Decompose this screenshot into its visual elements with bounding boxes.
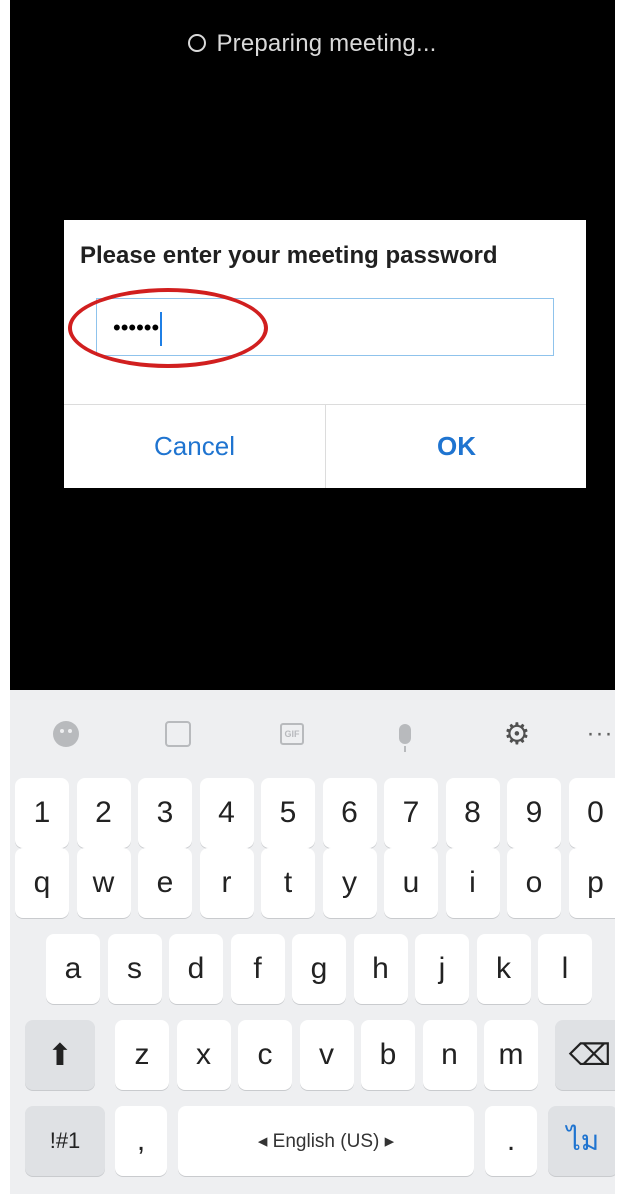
emoji-button[interactable] [46, 718, 86, 750]
key-l[interactable]: l [538, 934, 592, 1004]
password-dialog: Please enter your meeting password •••••… [64, 220, 586, 488]
ok-button[interactable]: OK [326, 404, 587, 488]
key-o[interactable]: o [507, 848, 561, 918]
meeting-screen: Preparing meeting... Please enter your m… [10, 0, 615, 1194]
keyboard-toolbar: GIF ⚙ ··· [10, 690, 615, 770]
key-8[interactable]: 8 [445, 778, 500, 848]
key-x[interactable]: x [176, 1020, 231, 1090]
status-bar: Preparing meeting... [10, 30, 615, 58]
gif-button[interactable]: GIF [272, 718, 312, 750]
period-key[interactable]: . [485, 1106, 537, 1176]
key-e[interactable]: e [138, 848, 192, 918]
key-3[interactable]: 3 [138, 778, 192, 848]
gif-icon: GIF [280, 723, 304, 745]
key-u[interactable]: u [384, 848, 438, 918]
key-c[interactable]: c [238, 1020, 292, 1090]
emoji-icon [53, 721, 79, 747]
key-v[interactable]: v [299, 1020, 354, 1090]
key-m[interactable]: m [484, 1020, 538, 1090]
key-j[interactable]: j [415, 934, 469, 1004]
password-value: •••••• [113, 315, 160, 340]
key-9[interactable]: 9 [507, 778, 561, 848]
space-bar[interactable]: ◂ English (US) ▸ [178, 1106, 474, 1176]
backspace-key[interactable]: ⌫ [555, 1020, 615, 1090]
sticker-button[interactable] [158, 718, 198, 750]
key-f[interactable]: f [230, 934, 285, 1004]
key-4[interactable]: 4 [199, 778, 254, 848]
text-caret [160, 312, 163, 347]
cancel-button[interactable]: Cancel [64, 404, 325, 488]
key-p[interactable]: p [568, 848, 615, 918]
dialog-title: Please enter your meeting password [80, 242, 498, 269]
key-6[interactable]: 6 [322, 778, 377, 848]
key-q[interactable]: q [15, 848, 69, 918]
shift-key[interactable]: ⬆ [25, 1020, 95, 1090]
sticker-icon [165, 721, 191, 747]
key-2[interactable]: 2 [76, 778, 131, 848]
on-screen-keyboard: GIF ⚙ ··· 1 2 3 4 5 6 7 8 9 0 q w e r t y u i o p a s d f g h j k l ⬆… [10, 690, 615, 1194]
key-i[interactable]: i [445, 848, 500, 918]
key-g[interactable]: g [292, 934, 346, 1004]
key-1[interactable]: 1 [15, 778, 69, 848]
more-button[interactable]: ··· [580, 718, 615, 750]
comma-key[interactable]: , [115, 1106, 167, 1176]
key-t[interactable]: t [261, 848, 315, 918]
key-d[interactable]: d [169, 934, 223, 1004]
voice-input-button[interactable] [385, 718, 425, 752]
key-a[interactable]: a [46, 934, 100, 1004]
gear-icon: ⚙ [503, 717, 531, 751]
symbols-key[interactable]: !#1 [25, 1106, 105, 1176]
loading-spinner-icon [188, 33, 207, 52]
key-y[interactable]: y [322, 848, 377, 918]
microphone-icon [399, 724, 411, 752]
password-input[interactable]: •••••• [96, 298, 554, 356]
key-h[interactable]: h [353, 934, 408, 1004]
key-s[interactable]: s [107, 934, 162, 1004]
settings-button[interactable]: ⚙ [497, 717, 537, 751]
key-5[interactable]: 5 [261, 778, 315, 848]
key-r[interactable]: r [199, 848, 254, 918]
key-w[interactable]: w [76, 848, 131, 918]
key-b[interactable]: b [361, 1020, 415, 1090]
status-text: Preparing meeting... [216, 30, 437, 57]
key-z[interactable]: z [115, 1020, 169, 1090]
key-7[interactable]: 7 [384, 778, 438, 848]
more-icon: ··· [586, 720, 614, 747]
key-0[interactable]: 0 [568, 778, 615, 848]
key-k[interactable]: k [476, 934, 531, 1004]
key-n[interactable]: n [422, 1020, 477, 1090]
language-switch-key[interactable]: ไม [548, 1106, 615, 1176]
